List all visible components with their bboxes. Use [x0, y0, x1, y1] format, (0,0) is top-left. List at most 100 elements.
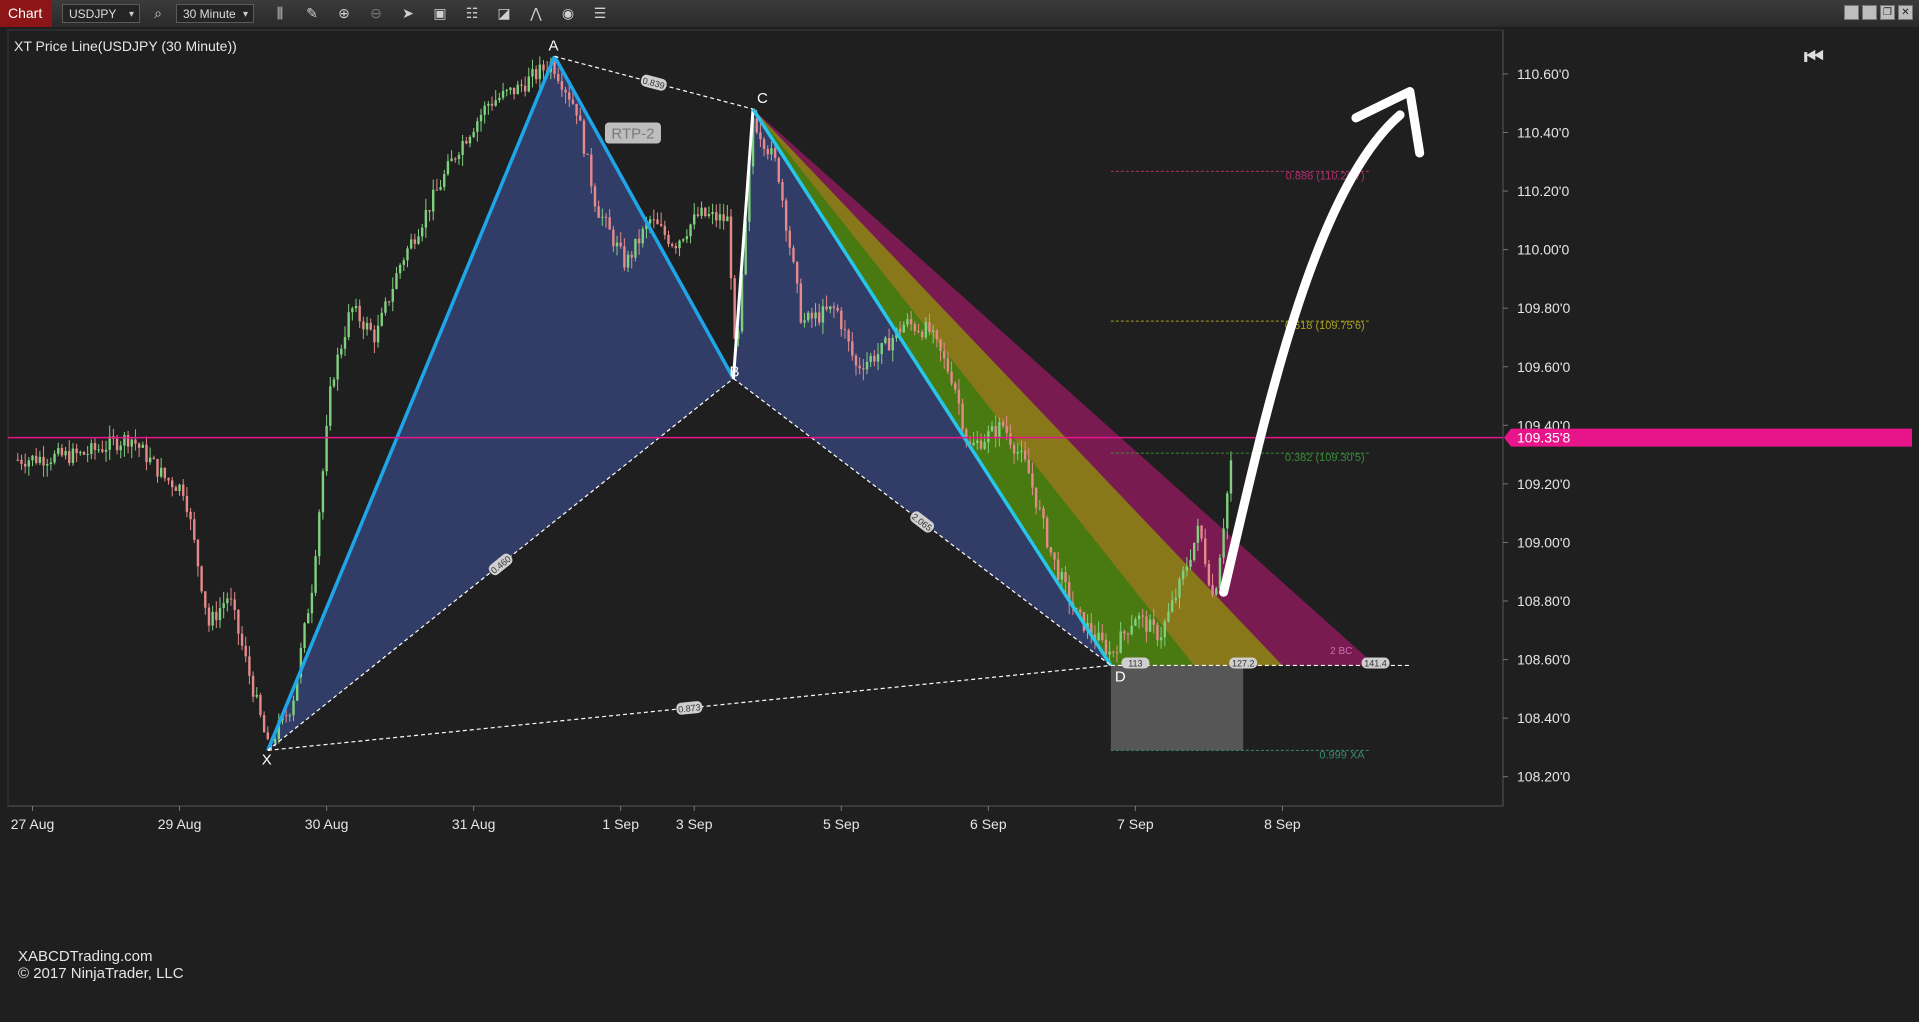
candle-body [884, 337, 887, 344]
candle-body [979, 440, 983, 449]
list-icon[interactable]: ☰ [588, 3, 612, 25]
candle-body [115, 438, 119, 451]
candle-body [1218, 557, 1222, 589]
cascade-icon[interactable] [1862, 5, 1877, 20]
tile-icon[interactable] [1844, 5, 1859, 20]
candle-body [487, 103, 490, 106]
candle-body [351, 308, 354, 313]
restore-icon[interactable]: ❐ [1880, 5, 1895, 20]
candle-body [450, 158, 453, 162]
templates-icon[interactable]: ◉ [556, 3, 580, 25]
strategies-icon[interactable]: ◪ [492, 3, 516, 25]
zoom-out-icon[interactable]: ⊖ [364, 3, 388, 25]
candle-body [685, 236, 689, 240]
candle-body [876, 354, 880, 362]
candle-body [398, 264, 402, 274]
candle-body [512, 87, 516, 95]
candle-body [156, 459, 159, 477]
timeframe-selector[interactable]: 30 Minute ▾ [176, 4, 254, 23]
candle-body [520, 84, 523, 86]
candle-body [340, 348, 343, 355]
search-icon[interactable]: ⌕ [146, 3, 170, 25]
candle-body [439, 187, 442, 190]
candle-body [90, 443, 93, 454]
pencil-icon[interactable]: ✎ [300, 3, 324, 25]
candle-body [93, 443, 97, 450]
candle-body [590, 154, 593, 187]
bar-type-icon[interactable]: ⫼ [268, 3, 292, 25]
zoom-in-icon[interactable]: ⊕ [332, 3, 356, 25]
candle-body [196, 539, 200, 567]
chart-tab-label[interactable]: Chart [0, 0, 52, 27]
properties-icon[interactable]: ▣ [428, 3, 452, 25]
candle-body [376, 325, 380, 343]
price-chart[interactable]: 0.8390.4602.0650.873XABCDRTP-20.886 (110… [0, 27, 1919, 1017]
candle-body [1170, 600, 1174, 612]
candle-body [560, 81, 564, 90]
candle-body [174, 487, 178, 492]
candle-body [86, 453, 89, 455]
scroll-to-end-icon[interactable]: ⏮ [1804, 44, 1824, 70]
candle-body [851, 341, 854, 356]
candle-body [608, 217, 611, 230]
candle-body [693, 214, 696, 225]
time-tick-label: 27 Aug [11, 816, 55, 832]
candle-body [501, 90, 505, 98]
chevron-down-icon: ▾ [128, 9, 134, 20]
candle-body [428, 210, 431, 212]
candle-body [141, 444, 144, 448]
price-tick-label: 109.60'0 [1517, 359, 1570, 375]
candle-body [711, 212, 714, 215]
indicators-icon[interactable]: ☷ [460, 3, 484, 25]
close-icon[interactable]: ✕ [1898, 5, 1913, 20]
candle-body [784, 200, 788, 231]
drawing-icon[interactable]: ⋀ [524, 3, 548, 25]
candle-body [468, 136, 472, 144]
candle-body [634, 238, 637, 258]
projection-label-text: 113 [1128, 659, 1142, 669]
candle-body [68, 451, 71, 463]
price-tick-label: 109.00'0 [1517, 534, 1570, 550]
candle-body [961, 403, 964, 430]
candle-body [1207, 563, 1211, 586]
candle-body [1192, 542, 1196, 560]
candle-body [380, 312, 383, 326]
candle-body [46, 463, 49, 466]
candle-body [288, 715, 292, 717]
candle-body [42, 456, 45, 466]
candle-body [49, 462, 53, 464]
candle-body [145, 444, 148, 463]
price-tick-label: 109.20'0 [1517, 476, 1570, 492]
candle-body [163, 467, 167, 479]
pointer-icon[interactable]: ➤ [396, 3, 420, 25]
candle-body [457, 154, 461, 159]
candle-body [670, 244, 674, 246]
candle-body [1049, 547, 1053, 553]
candle-body [674, 245, 678, 249]
candle-body [972, 442, 975, 446]
candle-body [413, 239, 417, 244]
candle-body [509, 87, 512, 91]
chart-area[interactable]: 0.839 0.460 2.065 0.873 X A B C D RTP-2 0.886 (110… [0, 27, 1919, 1017]
candle-body [329, 386, 332, 426]
candle-body [1137, 615, 1141, 620]
candle-body [218, 607, 222, 621]
candle-body [696, 214, 700, 216]
candle-body [343, 337, 347, 349]
candle-body [766, 148, 769, 155]
candle-body [314, 556, 317, 593]
candle-body [718, 214, 722, 221]
candle-body [262, 715, 266, 733]
candle-body [200, 566, 203, 592]
candle-body [799, 283, 803, 323]
candle-body [582, 120, 586, 154]
candle-body [909, 319, 913, 325]
instrument-selector[interactable]: USDJPY ▾ [62, 4, 140, 23]
candle-body [237, 609, 240, 634]
time-tick-label: 7 Sep [1117, 816, 1154, 832]
candle-body [935, 330, 939, 340]
candle-body [417, 236, 420, 244]
candle-body [207, 607, 211, 626]
candle-body [1123, 631, 1126, 634]
candle-body [987, 431, 990, 443]
